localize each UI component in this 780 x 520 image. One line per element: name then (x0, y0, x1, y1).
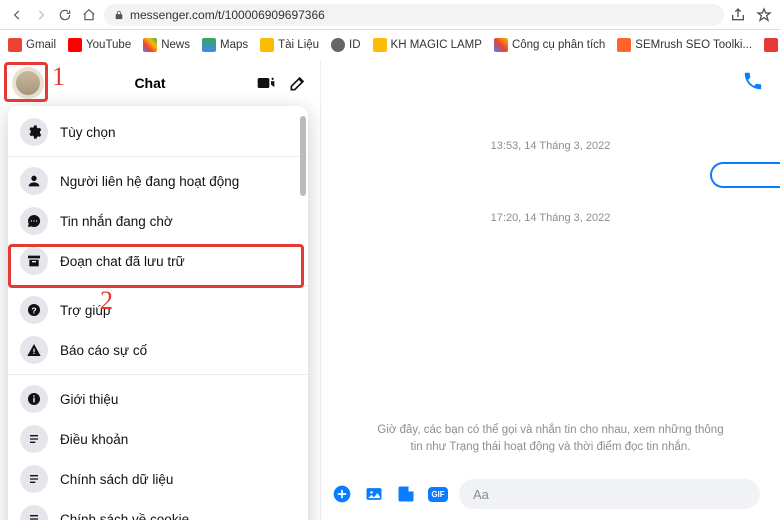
dd-tuy-chon[interactable]: Tùy chọn (8, 112, 308, 152)
list-icon (20, 505, 48, 520)
back-button[interactable] (8, 6, 26, 24)
sticker-icon[interactable] (395, 483, 417, 505)
bookmark-analytics[interactable]: Công cụ phân tích (494, 38, 605, 52)
bookmark-tailieu[interactable]: Tài Liệu (260, 38, 319, 52)
dd-terms[interactable]: Điều khoản (8, 419, 308, 459)
star-icon[interactable] (756, 7, 772, 23)
folder-icon (260, 38, 274, 52)
annotation-2: 2 (100, 286, 113, 316)
list-icon (20, 465, 48, 493)
warning-icon (20, 336, 48, 364)
video-icon[interactable] (256, 73, 276, 93)
gear-icon (20, 118, 48, 146)
message-input[interactable]: Aa (459, 479, 760, 509)
help-icon: ? (20, 296, 48, 324)
archive-icon (20, 247, 48, 275)
dd-data-policy[interactable]: Chính sách dữ liệu (8, 459, 308, 499)
dd-cookie-policy[interactable]: Chính sách về cookie (8, 499, 308, 520)
chat-title: Chat (134, 75, 165, 91)
dd-about[interactable]: Giới thiệu (8, 379, 308, 419)
contact-icon (20, 167, 48, 195)
gif-icon[interactable]: GIF (427, 483, 449, 505)
id-icon (331, 38, 345, 52)
photo-icon[interactable] (363, 483, 385, 505)
dd-archived[interactable]: Đoạn chat đã lưu trữ (8, 241, 308, 281)
dd-active-contact[interactable]: Người liên hệ đang hoạt động (8, 161, 308, 201)
bookmark-gioithieu[interactable]: Giới thiệu sản phẩ... (764, 38, 780, 52)
analytics-icon (494, 38, 508, 52)
timestamp-1: 13:53, 14 Tháng 3, 2022 (321, 140, 780, 152)
product-icon (764, 38, 778, 52)
info-icon (20, 385, 48, 413)
news-icon (143, 38, 157, 52)
settings-dropdown: Tùy chọn Người liên hệ đang hoạt động Ti… (8, 106, 308, 520)
reload-button[interactable] (56, 6, 74, 24)
share-icon[interactable] (730, 7, 746, 23)
lock-icon (114, 10, 124, 20)
bookmark-semrush[interactable]: SEMrush SEO Toolki... (617, 38, 752, 52)
avatar[interactable] (12, 67, 44, 99)
bookmark-youtube[interactable]: YouTube (68, 38, 131, 52)
scrollbar[interactable] (300, 116, 306, 196)
semrush-icon (617, 38, 631, 52)
folder-icon (373, 38, 387, 52)
dd-help[interactable]: ?Trợ giúp (8, 290, 308, 330)
annotation-1: 1 (52, 62, 65, 92)
url-text: messenger.com/t/100006909697366 (130, 8, 325, 22)
timestamp-2: 17:20, 14 Tháng 3, 2022 (321, 212, 780, 224)
dd-report[interactable]: Báo cáo sự cố (8, 330, 308, 370)
svg-text:?: ? (31, 305, 36, 315)
message-icon (20, 207, 48, 235)
empty-state: Giờ đây, các bạn có thể gọi và nhắn tin … (321, 422, 780, 457)
bookmark-id[interactable]: ID (331, 38, 361, 52)
call-icon[interactable] (742, 70, 764, 92)
compose-icon[interactable] (288, 73, 308, 93)
address-bar[interactable]: messenger.com/t/100006909697366 (104, 4, 724, 26)
message-bubble (710, 162, 780, 188)
youtube-icon (68, 38, 82, 52)
home-button[interactable] (80, 6, 98, 24)
maps-icon (202, 38, 216, 52)
list-icon (20, 425, 48, 453)
bookmark-news[interactable]: News (143, 38, 190, 52)
bookmark-maps[interactable]: Maps (202, 38, 248, 52)
bookmark-kh[interactable]: KH MAGIC LAMP (373, 38, 482, 52)
gmail-icon (8, 38, 22, 52)
bookmarks-bar: Gmail YouTube News Maps Tài Liệu ID KH M… (0, 30, 780, 60)
plus-icon[interactable] (331, 483, 353, 505)
dd-waiting-msg[interactable]: Tin nhắn đang chờ (8, 201, 308, 241)
forward-button[interactable] (32, 6, 50, 24)
bookmark-gmail[interactable]: Gmail (8, 38, 56, 52)
